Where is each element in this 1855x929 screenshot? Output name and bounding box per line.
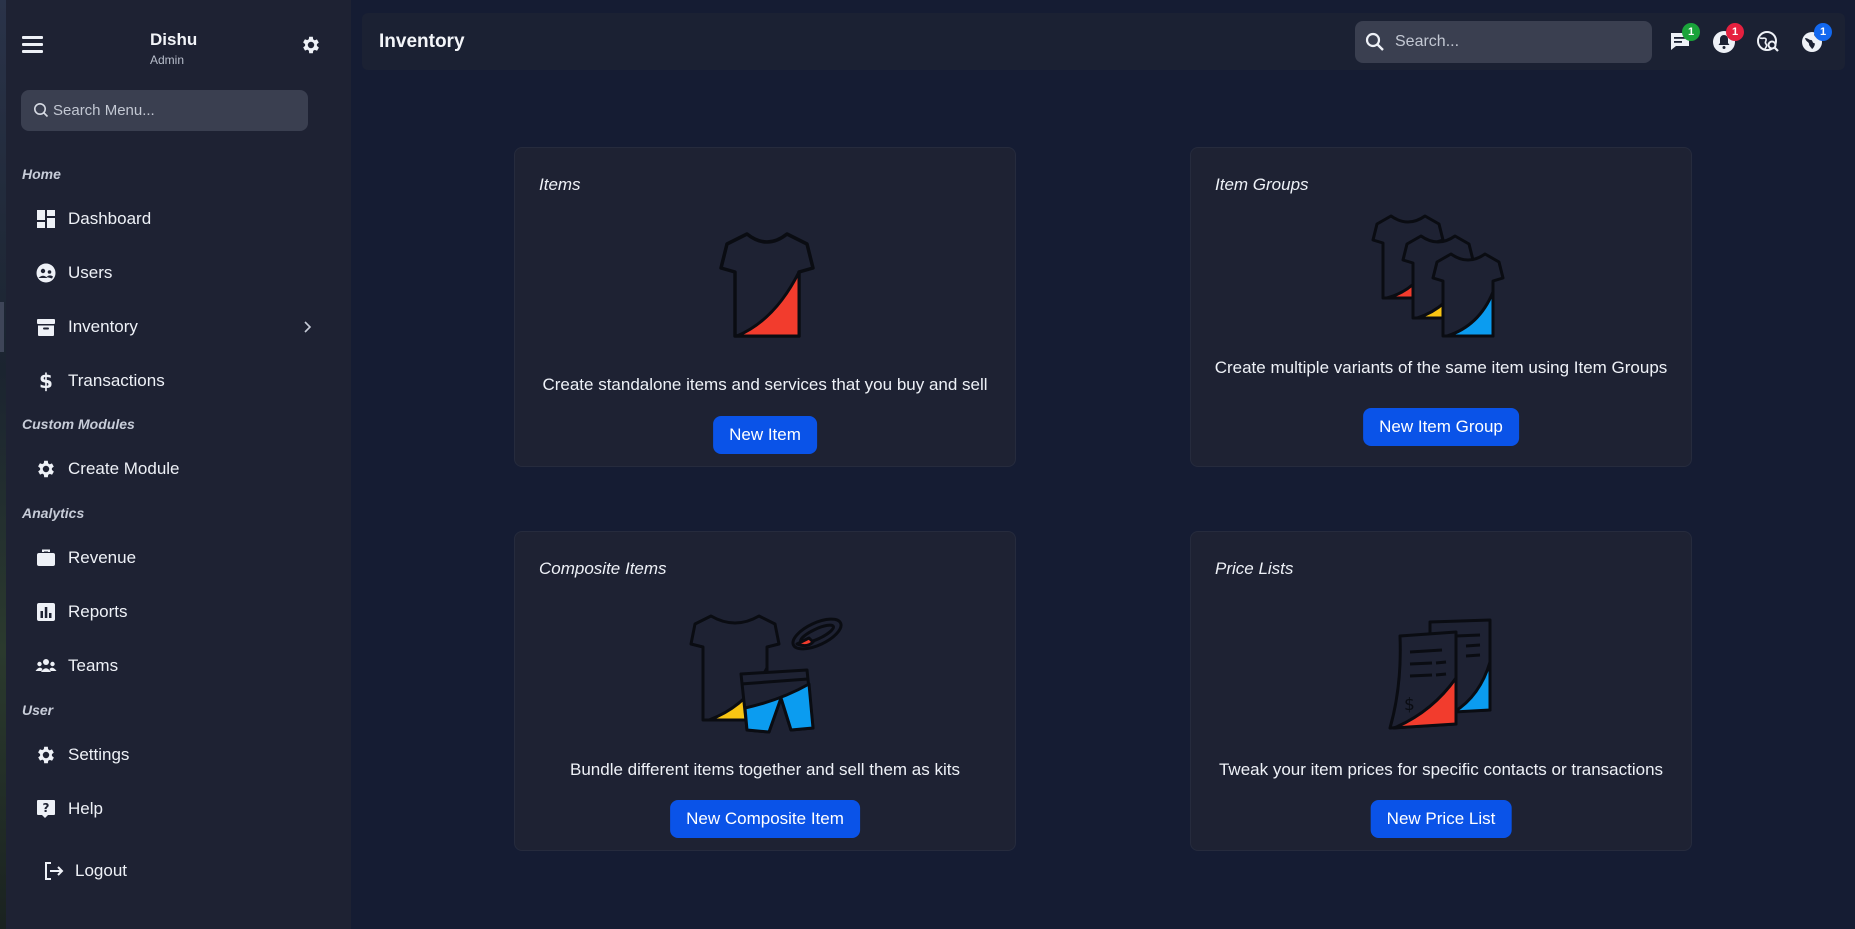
sidebar-item-teams[interactable]: Teams bbox=[22, 644, 328, 688]
composite-kit-illustration bbox=[689, 614, 843, 734]
section-label-analytics: Analytics bbox=[22, 505, 85, 521]
briefcase-icon bbox=[37, 549, 55, 566]
hamburger-menu-icon[interactable] bbox=[20, 34, 46, 56]
inventory-icon bbox=[37, 319, 55, 336]
card-description: Create standalone items and services tha… bbox=[542, 375, 988, 394]
sidebar-item-label: Reports bbox=[68, 602, 128, 621]
item-group-shirts-illustration bbox=[1371, 214, 1505, 338]
notifications-badge: 1 bbox=[1726, 23, 1744, 41]
new-price-list-button[interactable]: New Price List bbox=[1370, 800, 1512, 838]
sidebar-item-label: Create Module bbox=[68, 459, 180, 478]
global-search-input[interactable] bbox=[1395, 21, 1645, 63]
language-button[interactable]: 1 bbox=[1800, 23, 1832, 54]
app-root: Dishu Admin Home Dashboard bbox=[0, 0, 1855, 929]
card-price-lists: Price Lists $ Tweak your item prices for… bbox=[1190, 531, 1692, 851]
sidebar-item-users[interactable]: Users bbox=[22, 251, 328, 295]
travel-explore-button[interactable] bbox=[1756, 30, 1780, 54]
user-role: Admin bbox=[150, 53, 185, 67]
section-label-user: User bbox=[22, 702, 54, 718]
global-search-box bbox=[1355, 21, 1652, 63]
search-icon bbox=[34, 103, 49, 118]
sidebar-item-create-module[interactable]: Create Module bbox=[22, 447, 328, 491]
sidebar-item-label: Transactions bbox=[68, 371, 165, 390]
card-title: Price Lists bbox=[1215, 559, 1294, 578]
sidebar-item-dashboard[interactable]: Dashboard bbox=[22, 197, 328, 241]
chevron-right-icon bbox=[304, 321, 312, 333]
sidebar-item-label: Teams bbox=[68, 656, 119, 675]
price-list-documents-illustration: $ bbox=[1388, 618, 1492, 730]
section-label-custom-modules: Custom Modules bbox=[22, 416, 135, 432]
gear-icon bbox=[38, 746, 54, 764]
card-items: Items Create standalone items and servic… bbox=[514, 147, 1016, 467]
svg-text:$: $ bbox=[39, 370, 53, 392]
active-indicator bbox=[0, 302, 4, 352]
sidebar-item-help[interactable]: ? Help bbox=[22, 787, 328, 831]
svg-text:$: $ bbox=[1404, 695, 1415, 715]
sidebar-item-label: Revenue bbox=[68, 548, 137, 567]
bar-chart-icon bbox=[37, 603, 55, 621]
card-title: Item Groups bbox=[1215, 175, 1309, 194]
sidebar-item-settings[interactable]: Settings bbox=[22, 733, 328, 777]
user-name: Dishu bbox=[150, 30, 198, 49]
notifications-button[interactable]: 1 bbox=[1712, 23, 1744, 54]
section-label-home: Home bbox=[22, 166, 61, 182]
sidebar-item-label: Settings bbox=[68, 745, 130, 764]
sidebar-item-logout[interactable]: Logout bbox=[29, 849, 335, 893]
gear-icon bbox=[38, 460, 54, 478]
dashboard-icon bbox=[37, 210, 55, 228]
globe-search-icon bbox=[1757, 31, 1779, 52]
sidebar-item-revenue[interactable]: Revenue bbox=[22, 536, 328, 580]
sidebar-item-label: Users bbox=[68, 263, 113, 282]
teams-icon bbox=[35, 659, 57, 672]
tshirt-illustration bbox=[719, 232, 815, 338]
sidebar-header: Dishu Admin bbox=[20, 26, 330, 74]
card-description: Create multiple variants of the same ite… bbox=[1214, 358, 1668, 377]
dollar-icon: $ bbox=[39, 370, 53, 392]
new-item-group-button[interactable]: New Item Group bbox=[1363, 408, 1519, 446]
card-composite-items: Composite Items Bundle different items t… bbox=[514, 531, 1016, 851]
top-bar: Inventory 1 1 bbox=[362, 13, 1845, 70]
sidebar-item-transactions[interactable]: $ Transactions bbox=[22, 359, 328, 403]
logout-icon bbox=[45, 862, 64, 880]
card-title: Items bbox=[539, 175, 581, 194]
page-title: Inventory bbox=[379, 31, 465, 52]
sidebar-item-label: Help bbox=[68, 799, 103, 818]
new-item-button[interactable]: New Item bbox=[713, 416, 817, 454]
card-item-groups: Item Groups Create multiple variants of … bbox=[1190, 147, 1692, 467]
help-icon: ? bbox=[37, 800, 55, 818]
card-description: Tweak your item prices for specific cont… bbox=[1218, 760, 1664, 779]
messages-button[interactable]: 1 bbox=[1668, 23, 1700, 54]
sidebar-item-label: Logout bbox=[75, 861, 127, 880]
menu-search-box bbox=[21, 90, 308, 131]
window-edge bbox=[0, 0, 6, 929]
svg-text:?: ? bbox=[43, 801, 50, 815]
messages-badge: 1 bbox=[1682, 23, 1700, 41]
new-composite-item-button[interactable]: New Composite Item bbox=[670, 800, 860, 838]
card-title: Composite Items bbox=[539, 559, 667, 578]
sidebar-item-label: Dashboard bbox=[68, 209, 152, 228]
globe-badge: 1 bbox=[1814, 23, 1832, 41]
sidebar-item-label: Inventory bbox=[68, 317, 138, 336]
sidebar-item-reports[interactable]: Reports bbox=[22, 590, 328, 634]
users-icon bbox=[36, 263, 56, 283]
sidebar: Dishu Admin Home Dashboard bbox=[0, 0, 351, 929]
sidebar-item-inventory[interactable]: Inventory bbox=[22, 305, 328, 349]
menu-search-input[interactable] bbox=[53, 90, 303, 131]
settings-gear-icon[interactable] bbox=[300, 34, 322, 56]
search-icon bbox=[1365, 32, 1384, 51]
card-description: Bundle different items together and sell… bbox=[570, 760, 960, 779]
